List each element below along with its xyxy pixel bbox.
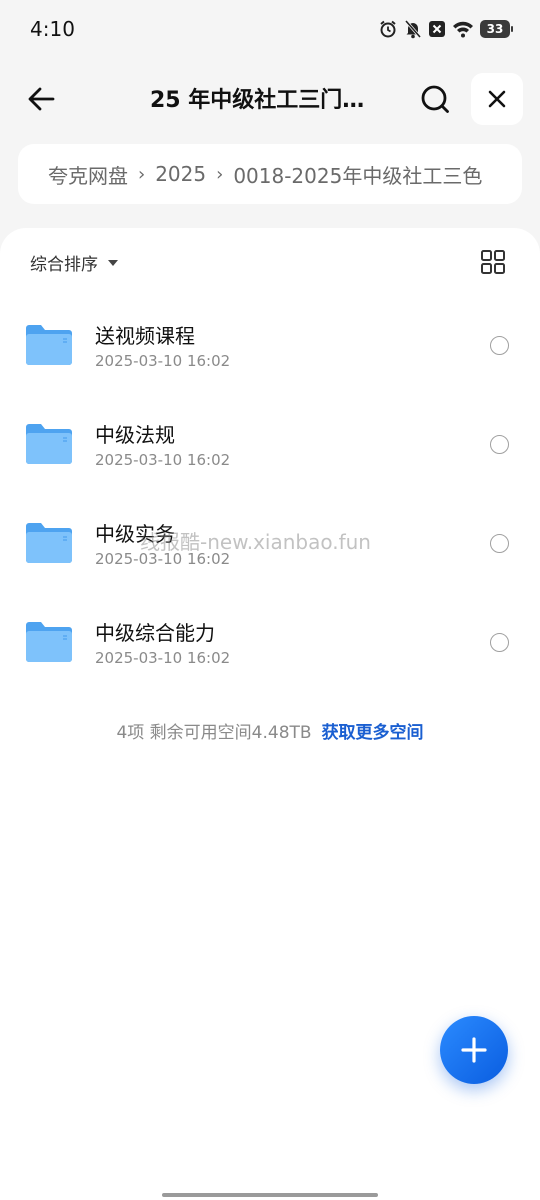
select-radio[interactable] bbox=[490, 534, 509, 553]
file-name: 送视频课程 bbox=[95, 324, 195, 348]
storage-count-text: 4项 剩余可用空间4.48TB bbox=[116, 723, 312, 743]
grid-view-button[interactable] bbox=[480, 249, 508, 277]
select-radio[interactable] bbox=[490, 633, 509, 652]
file-date: 2025-03-10 16:02 bbox=[95, 451, 231, 469]
file-date: 2025-03-10 16:02 bbox=[95, 550, 231, 568]
plus-icon bbox=[461, 1037, 487, 1063]
page-title: 25 年中级社工三门… bbox=[150, 88, 365, 113]
folder-icon bbox=[26, 424, 72, 464]
breadcrumb-item-current[interactable]: 0018-2025年中级社工三色 bbox=[233, 160, 482, 189]
file-date: 2025-03-10 16:02 bbox=[95, 649, 231, 667]
file-name: 中级法规 bbox=[95, 423, 175, 447]
list-item[interactable]: 送视频课程 2025-03-10 16:02 bbox=[0, 298, 540, 397]
search-button[interactable] bbox=[414, 78, 456, 120]
get-more-space-link[interactable]: 获取更多空间 bbox=[322, 723, 424, 743]
storage-info: 4项 剩余可用空间4.48TB 获取更多空间 bbox=[0, 718, 540, 743]
folder-icon bbox=[26, 622, 72, 662]
arrow-left-icon bbox=[28, 87, 55, 111]
list-item[interactable]: 中级综合能力 2025-03-10 16:02 bbox=[0, 595, 540, 694]
folder-icon bbox=[26, 523, 72, 563]
breadcrumb: 夸克网盘 › 2025 › 0018-2025年中级社工三色 bbox=[18, 144, 522, 204]
select-radio[interactable] bbox=[490, 336, 509, 355]
file-list: 送视频课程 2025-03-10 16:02 中级法规 2025-03-10 1… bbox=[0, 298, 540, 694]
status-icons: 33 bbox=[378, 19, 513, 39]
status-bar: 4:10 33 bbox=[0, 0, 540, 58]
sort-dropdown[interactable]: 综合排序 bbox=[30, 250, 118, 275]
close-button[interactable] bbox=[471, 73, 523, 125]
breadcrumb-item-year[interactable]: 2025 bbox=[155, 162, 206, 186]
grid-view-icon bbox=[481, 250, 505, 274]
back-button[interactable] bbox=[20, 78, 62, 120]
file-name: 中级实务 bbox=[95, 522, 175, 546]
breadcrumb-separator: › bbox=[138, 163, 146, 185]
battery-icon: 33 bbox=[480, 20, 513, 38]
breadcrumb-separator: › bbox=[216, 163, 224, 185]
wifi-icon bbox=[452, 20, 474, 38]
caret-down-icon bbox=[108, 259, 118, 266]
sort-label: 综合排序 bbox=[30, 255, 98, 275]
alarm-icon bbox=[378, 19, 398, 39]
notification-x-icon bbox=[428, 20, 446, 38]
bell-off-icon bbox=[404, 19, 422, 39]
folder-icon bbox=[26, 325, 72, 365]
file-date: 2025-03-10 16:02 bbox=[95, 352, 231, 370]
header: 25 年中级社工三门… bbox=[0, 70, 540, 128]
list-item[interactable]: 中级法规 2025-03-10 16:02 bbox=[0, 397, 540, 496]
status-time: 4:10 bbox=[30, 17, 75, 41]
file-name: 中级综合能力 bbox=[95, 621, 215, 645]
search-icon bbox=[421, 85, 449, 113]
home-indicator[interactable] bbox=[162, 1193, 378, 1197]
list-item[interactable]: 中级实务 2025-03-10 16:02 bbox=[0, 496, 540, 595]
select-radio[interactable] bbox=[490, 435, 509, 454]
add-button[interactable] bbox=[440, 1016, 508, 1084]
breadcrumb-item-root[interactable]: 夸克网盘 bbox=[48, 160, 128, 189]
close-icon bbox=[488, 90, 506, 108]
